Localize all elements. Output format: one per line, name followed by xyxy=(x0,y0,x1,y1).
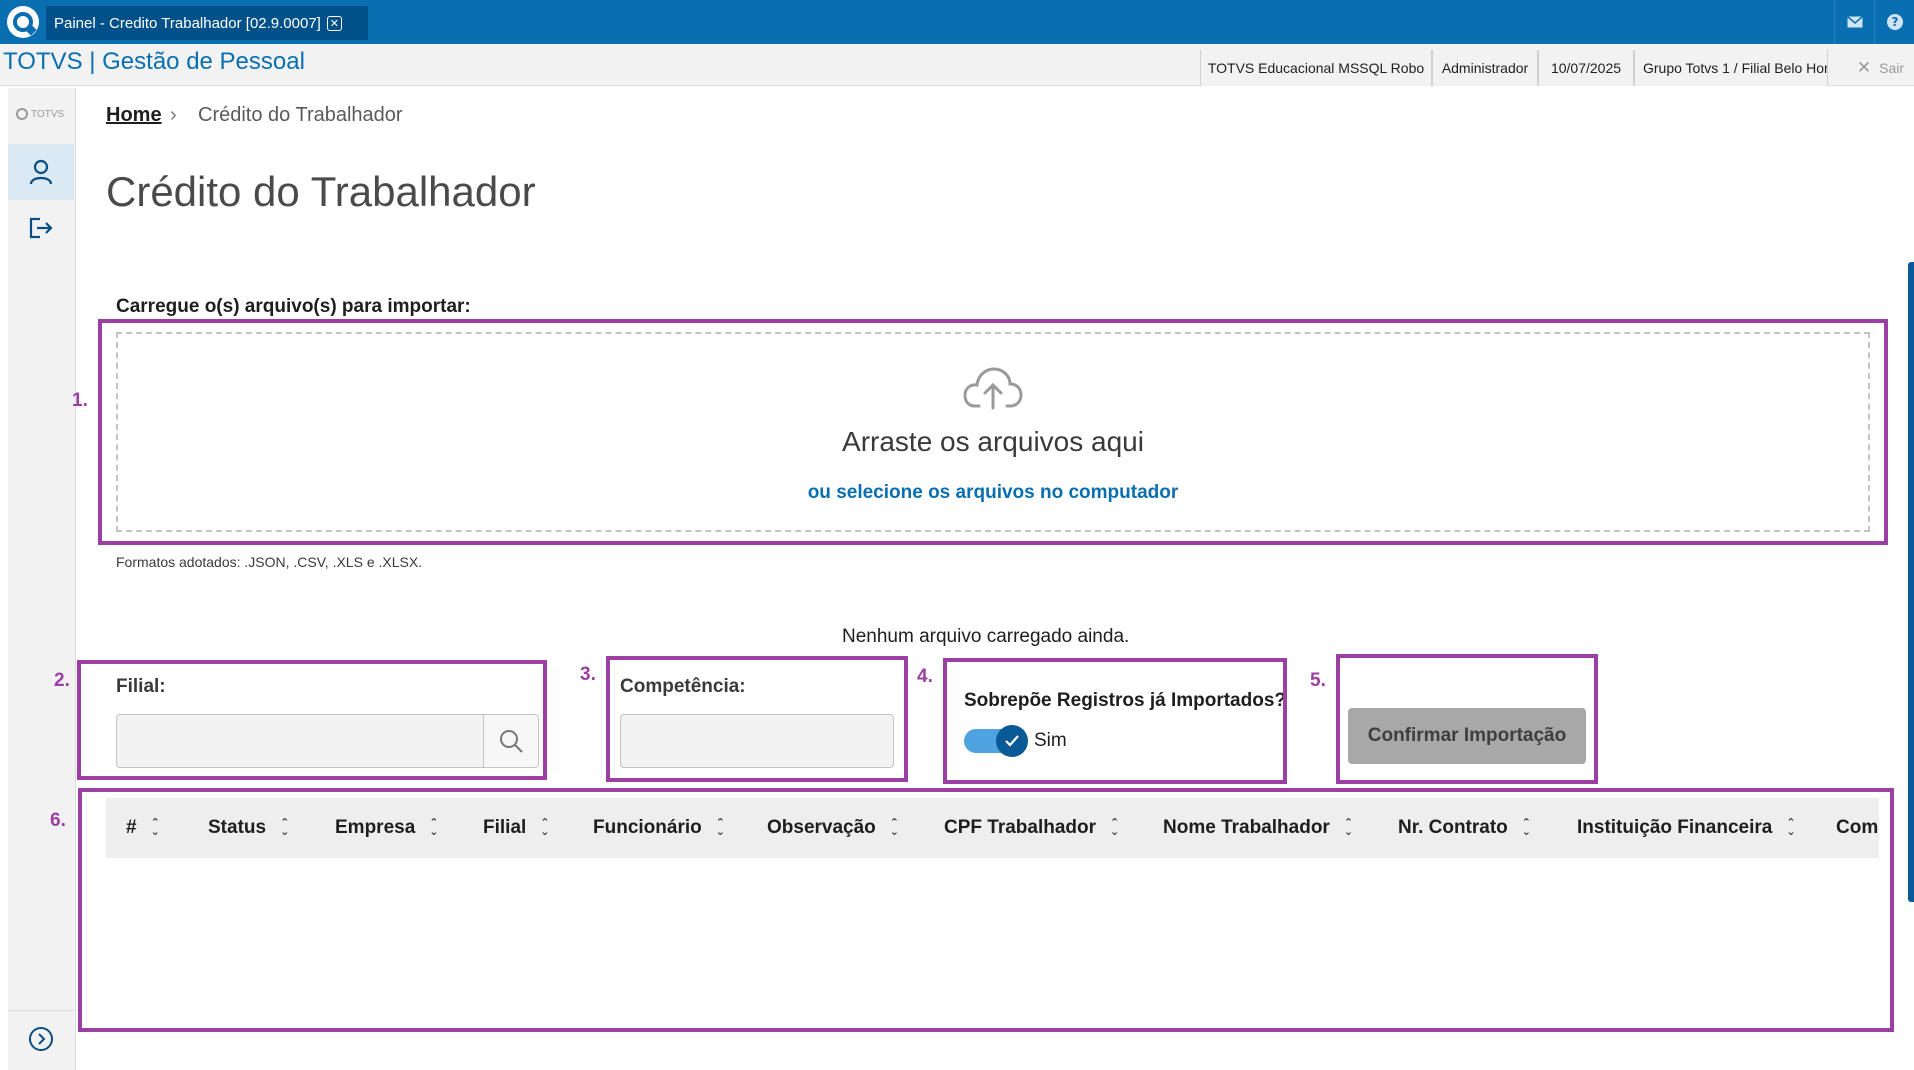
annotation-box-3 xyxy=(606,656,908,782)
annotation-number-4: 4. xyxy=(917,666,933,687)
date-info[interactable]: 10/07/2025 xyxy=(1538,50,1634,86)
user-icon xyxy=(29,159,53,185)
totvs-logo-icon xyxy=(16,108,28,120)
annotation-box-1 xyxy=(98,319,1888,545)
exit-icon xyxy=(29,217,53,239)
annotation-box-5 xyxy=(1336,654,1598,784)
scrollbar[interactable] xyxy=(1908,262,1914,902)
branch-info[interactable]: Grupo Totvs 1 / Filial Belo Hor xyxy=(1634,50,1828,86)
upload-status: Nenhum arquivo carregado ainda. xyxy=(842,626,1130,647)
annotation-number-6: 6. xyxy=(50,810,66,831)
window-tab[interactable]: Painel - Credito Trabalhador [02.9.0007]… xyxy=(46,6,368,40)
close-icon: ✕ xyxy=(1856,58,1872,77)
annotation-box-6 xyxy=(78,788,1894,1032)
totvs-logo-icon xyxy=(7,6,39,38)
window-titlebar: Painel - Credito Trabalhador [02.9.0007]… xyxy=(0,0,1914,44)
sidebar-logo: TOTVS xyxy=(16,108,64,120)
app-title: TOTVS | Gestão de Pessoal xyxy=(3,48,305,75)
sidebar-item-exit[interactable] xyxy=(8,200,74,256)
svg-text:?: ? xyxy=(1891,15,1898,29)
mail-icon[interactable] xyxy=(1834,0,1874,44)
upload-label: Carregue o(s) arquivo(s) para importar: xyxy=(116,296,471,317)
chevron-right-icon xyxy=(29,1026,53,1051)
annotation-number-2: 2. xyxy=(54,670,70,691)
environment-info[interactable]: TOTVS Educacional MSSQL Robo xyxy=(1200,50,1432,86)
help-icon[interactable]: ? xyxy=(1874,0,1914,44)
logout-label: Sair xyxy=(1879,60,1905,76)
sidebar-logo-text: TOTVS xyxy=(31,108,65,120)
tab-title: Painel - Credito Trabalhador [02.9.0007] xyxy=(54,14,321,32)
annotation-box-2 xyxy=(77,660,547,780)
close-icon[interactable]: ✕ xyxy=(326,15,342,31)
breadcrumb-current: Crédito do Trabalhador xyxy=(198,104,403,126)
annotation-number-5: 5. xyxy=(1310,670,1326,691)
breadcrumb-home-link[interactable]: Home xyxy=(106,104,162,127)
annotation-box-4 xyxy=(943,658,1287,784)
annotation-number-1: 1. xyxy=(72,390,88,411)
sidebar: TOTVS xyxy=(8,88,76,1070)
sidebar-expand-button[interactable] xyxy=(8,1010,74,1066)
sidebar-item-user[interactable] xyxy=(8,144,74,200)
logout-button[interactable]: ✕ Sair xyxy=(1847,50,1914,86)
accepted-formats: Formatos adotados: .JSON, .CSV, .XLS e .… xyxy=(116,554,423,570)
app-header: TOTVS | Gestão de Pessoal TOTVS Educacio… xyxy=(0,44,1914,86)
chevron-right-icon: › xyxy=(170,104,177,126)
page-title: Crédito do Trabalhador xyxy=(106,168,536,215)
user-info[interactable]: Administrador xyxy=(1432,50,1538,86)
annotation-number-3: 3. xyxy=(580,664,596,685)
